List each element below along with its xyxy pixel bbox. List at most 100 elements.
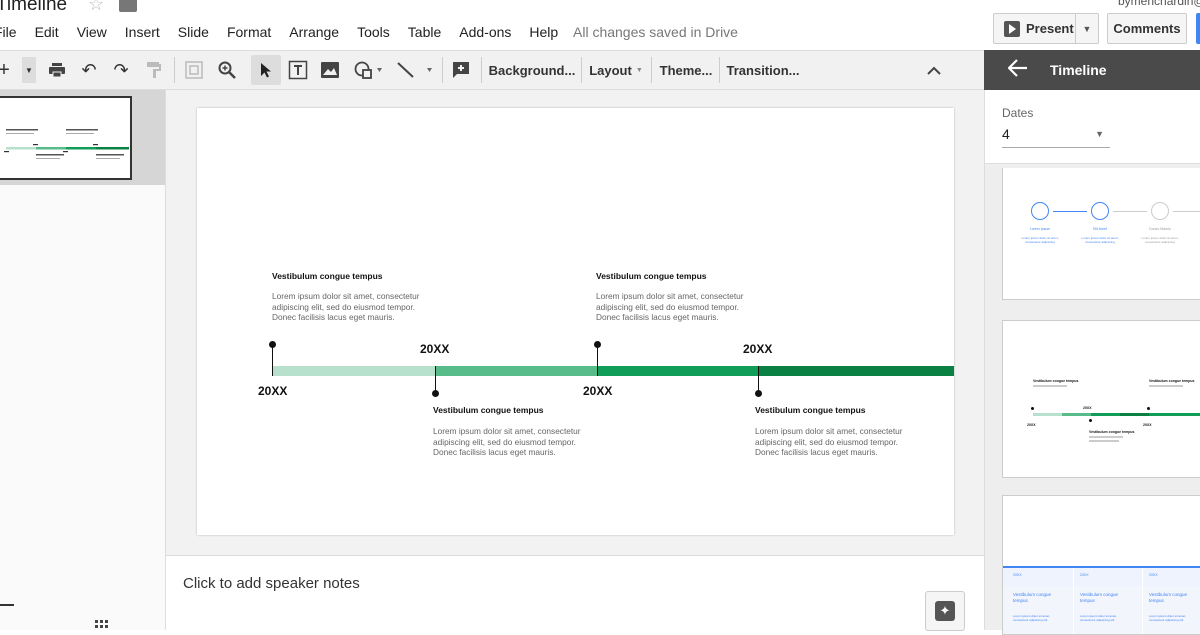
timeline-segment[interactable] — [435, 366, 597, 376]
toolbar-separator — [581, 57, 582, 83]
timeline-segment[interactable] — [272, 366, 435, 376]
layout-label: Layout — [589, 62, 632, 78]
toolbar-separator — [481, 57, 482, 83]
timeline-step-desc: Lorem ipsum dolor sit amet, consectetur … — [1081, 236, 1119, 244]
shape-icon[interactable] — [350, 51, 386, 89]
timeline-step-circle — [1031, 202, 1049, 220]
present-button[interactable]: Present — [994, 14, 1076, 43]
menu-format[interactable]: Format — [227, 24, 271, 42]
event-description[interactable]: Lorem ipsum dolor sit amet, consectetur … — [272, 291, 437, 323]
timeline-segment[interactable] — [758, 366, 954, 376]
event-title[interactable]: Vestibulum congue tempus — [596, 271, 707, 281]
timeline-style-preview[interactable]: Lorem Ipsum Elit Amet Donec Mauris Lorem… — [1002, 168, 1200, 300]
comments-button[interactable]: Comments — [1107, 13, 1187, 44]
timeline-preview-body — [1149, 385, 1183, 387]
redo-icon[interactable]: ↷ — [110, 51, 132, 89]
theme-button[interactable]: Theme... — [658, 51, 714, 89]
menu-insert[interactable]: Insert — [125, 24, 160, 42]
slide-canvas-area: 20XX 20XX 20XX 20XX Vestibulum congue te… — [166, 90, 984, 550]
menu-file[interactable]: File — [0, 24, 17, 42]
timeline-panel: Dates 4 ▼ Lorem Ipsum Elit Amet Donec Ma… — [984, 90, 1200, 635]
toolbar: + ▼ ↶ ↷ Background... Layout ▼ Theme... … — [0, 50, 984, 90]
share-button[interactable] — [1196, 13, 1200, 44]
zoom-icon[interactable] — [215, 51, 239, 89]
event-title[interactable]: Vestibulum congue tempus — [755, 405, 866, 415]
folder-icon[interactable] — [119, 0, 137, 12]
explore-button[interactable]: ✦ — [925, 591, 965, 631]
filmstrip-scrollbar[interactable] — [0, 604, 14, 606]
timeline-step-desc: Lorem ipsum dolor sit amet, consectetur … — [1021, 236, 1059, 244]
timeline-preview-dot — [1031, 407, 1034, 410]
timeline-year-label[interactable]: 20XX — [420, 342, 449, 356]
speaker-notes-placeholder[interactable]: Click to add speaker notes — [183, 575, 360, 592]
event-title[interactable]: Vestibulum congue tempus — [272, 271, 383, 281]
event-description[interactable]: Lorem ipsum dolor sit amet, consectetur … — [433, 426, 598, 458]
transition-button[interactable]: Transition... — [726, 51, 800, 89]
toolbar-separator — [174, 57, 175, 83]
menu-table[interactable]: Table — [408, 24, 441, 42]
timeline-style-preview[interactable]: Vestibulum congue tempus Vestibulum cong… — [1002, 320, 1200, 478]
present-button-group: Present ▼ — [993, 13, 1099, 44]
timeline-preview-segment — [1120, 413, 1149, 416]
menu-edit[interactable]: Edit — [35, 24, 59, 42]
event-description[interactable]: Lorem ipsum dolor sit amet, consectetur … — [596, 291, 761, 323]
menu-arrange[interactable]: Arrange — [289, 24, 339, 42]
menu-tools[interactable]: Tools — [357, 24, 390, 42]
undo-icon[interactable]: ↶ — [78, 51, 100, 89]
timeline-preview-title: Vestibulum congue tempus — [1149, 592, 1188, 603]
text-box-icon[interactable] — [286, 51, 310, 89]
add-comment-icon[interactable] — [450, 51, 472, 89]
menu-view[interactable]: View — [77, 24, 107, 42]
timeline-preview-body: Lorem ipsum dolor sit amet, consectetur … — [1013, 614, 1051, 622]
timeline-marker-dot — [269, 341, 276, 348]
timeline-preview-body: Lorem ipsum dolor sit amet, consectetur … — [1080, 614, 1118, 622]
paint-format-icon[interactable] — [143, 51, 165, 89]
grid-view-icon[interactable] — [95, 620, 109, 630]
layout-button[interactable]: Layout ▼ — [588, 51, 644, 89]
play-icon — [1004, 20, 1020, 37]
zoom-fit-icon[interactable] — [182, 51, 206, 89]
timeline-year-label[interactable]: 20XX — [743, 342, 772, 356]
timeline-style-preview[interactable]: 20XX 20XX 20XX Vestibulum congue tempus … — [1002, 495, 1200, 635]
dates-value: 4 — [1002, 126, 1010, 142]
dates-label: Dates — [1002, 106, 1034, 120]
menu-slide[interactable]: Slide — [178, 24, 209, 42]
timeline-marker-dot — [594, 341, 601, 348]
panel-header: Timeline — [984, 50, 1200, 90]
event-title[interactable]: Vestibulum congue tempus — [433, 405, 544, 415]
timeline-year-label[interactable]: 20XX — [258, 384, 287, 398]
line-icon[interactable] — [394, 51, 434, 89]
save-status[interactable]: All changes saved in Drive — [573, 24, 738, 40]
timeline-preview-title: Vestibulum congue tempus — [1080, 592, 1119, 603]
back-arrow-icon[interactable] — [1007, 59, 1028, 83]
slide-canvas[interactable]: 20XX 20XX 20XX 20XX Vestibulum congue te… — [197, 108, 954, 535]
image-icon[interactable] — [318, 51, 342, 89]
speaker-notes[interactable]: Click to add speaker notes ✦ — [166, 556, 984, 631]
print-icon[interactable] — [46, 51, 68, 89]
new-slide-icon[interactable]: + — [0, 51, 14, 89]
timeline-preview-segment — [1091, 413, 1120, 416]
present-dropdown-icon[interactable]: ▼ — [1076, 14, 1098, 43]
timeline-marker-dot — [432, 390, 439, 397]
slide-thumbnail[interactable] — [0, 96, 132, 180]
background-button[interactable]: Background... — [488, 51, 576, 89]
timeline-preview-title: Vestibulum congue tempus — [1149, 379, 1195, 383]
collapse-toolbar-icon[interactable] — [922, 51, 946, 89]
dates-select[interactable]: 4 ▼ — [1002, 126, 1110, 148]
event-description[interactable]: Lorem ipsum dolor sit amet, consectetur … — [755, 426, 920, 458]
timeline-preview-body — [1033, 385, 1067, 387]
menu-add-ons[interactable]: Add-ons — [459, 24, 511, 42]
timeline-preview-segment — [1149, 413, 1200, 416]
timeline-marker-stem — [272, 344, 273, 376]
timeline-preview-title: Vestibulum congue tempus — [1013, 592, 1052, 603]
timeline-segment[interactable] — [597, 366, 758, 376]
star-icon[interactable]: ☆ — [88, 0, 104, 15]
new-slide-dropdown-icon[interactable]: ▼ — [22, 57, 36, 83]
select-tool-icon[interactable] — [251, 55, 281, 85]
timeline-year-label[interactable]: 20XX — [583, 384, 612, 398]
menu-bar: File Edit View Insert Slide Format Arran… — [0, 24, 576, 42]
menu-help[interactable]: Help — [529, 24, 558, 42]
toolbar-separator — [651, 57, 652, 83]
document-title[interactable]: Timeline — [0, 0, 67, 16]
timeline-preview-title: Vestibulum congue tempus — [1089, 430, 1135, 434]
